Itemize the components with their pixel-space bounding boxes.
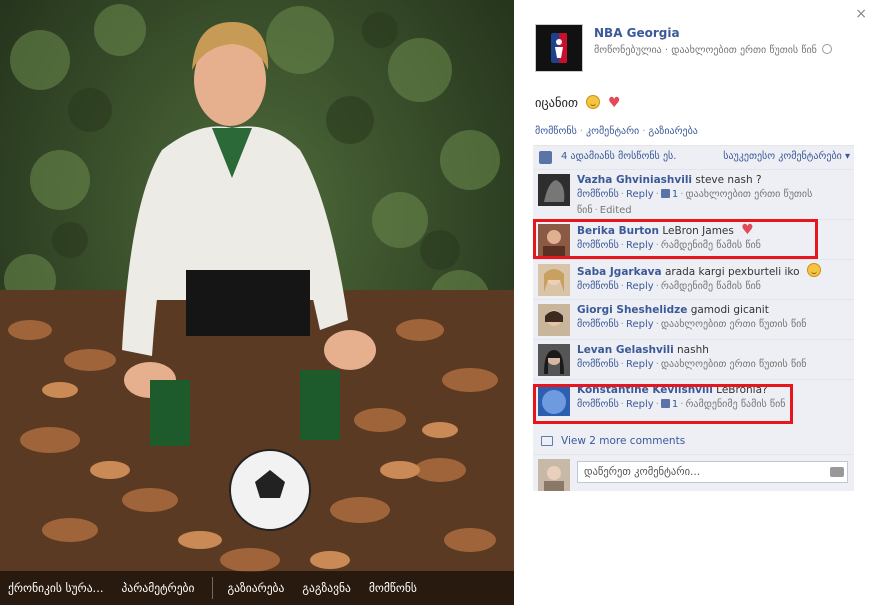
post-actions: მომწონს · კომენტარი · გაზიარება (535, 126, 698, 137)
comment-item: Vazha Ghviniashvili steve nash ? მომწონს… (533, 170, 854, 220)
comment-body: Levan Gelashvili nashh მომწონს · Reply · დაა… (577, 343, 849, 373)
highlight-box (533, 384, 793, 424)
like-button[interactable]: მომწონს (369, 581, 417, 595)
send-button[interactable]: გაგზავნა (302, 581, 351, 595)
comment-item: Levan Gelashvili nashh მომწონს · Reply · დაა… (533, 340, 854, 380)
comment-text: steve nash ? (695, 174, 762, 186)
comment-time[interactable]: რამდენიმე წამის წინ (661, 281, 761, 292)
post-meta: მოწონებულია · დაახლოებით ერთი წუთის წინ (594, 44, 833, 56)
comment-meta: მომწონს · Reply · რამდენიმე წამის წინ (577, 281, 761, 292)
comment-like-link[interactable]: მომწონს (577, 319, 619, 330)
page-name[interactable]: NBA Georgia (594, 26, 680, 40)
options-button[interactable]: პარამეტრები (122, 581, 195, 595)
camera-icon[interactable] (830, 467, 844, 477)
comment-text: gamodi gicanit (690, 304, 769, 316)
comment-author[interactable]: Levan Gelashvili (577, 344, 674, 356)
comment-reply-link[interactable]: Reply (626, 281, 654, 292)
page-avatar[interactable] (535, 24, 583, 72)
comment-meta: მომწონს · Reply · დაახლოებით ერთი წუთის წინ (577, 319, 807, 330)
comment-like-link[interactable]: მომწონს (577, 281, 619, 292)
comment-meta: მომწონს · Reply · დაახლოებით ერთი წუთის წინ (577, 359, 807, 370)
photo-image (0, 0, 514, 605)
comment-author[interactable]: Saba Jgarkava (577, 266, 662, 278)
avatar[interactable] (538, 264, 570, 296)
comment-like-count[interactable]: 1 (672, 189, 678, 200)
photo-viewer[interactable]: ქრონიკის სურა... პარამეტრები გაზიარება გ… (0, 0, 514, 605)
post-header: NBA Georgia მოწონებულია · დაახლოებით ერთ… (535, 24, 855, 74)
post-text-content: იცანით (535, 95, 578, 110)
comment-sort-dropdown[interactable]: საუკეთესო კომენტარები ▾ (723, 151, 850, 162)
comment-input[interactable]: დაწერეთ კომენტარი... (577, 461, 848, 483)
write-comment-row: დაწერეთ კომენტარი... (533, 454, 854, 492)
comment-bubble-icon (541, 436, 553, 446)
comment-item: Saba Jgarkava arada kargi pexburteli iko… (533, 260, 854, 300)
comment-author[interactable]: Giorgi Sheshelidze (577, 304, 687, 316)
comment-time[interactable]: დაახლოებით ერთი წუთის წინ (661, 359, 807, 370)
likes-count-link[interactable]: 4 ადამიანს მოსწონს ეს. (561, 151, 676, 162)
globe-icon (822, 44, 833, 54)
photo-action-bar: ქრონიკის სურა... პარამეტრები გაზიარება გ… (0, 571, 514, 605)
nba-logo-icon (551, 33, 567, 63)
heart-icon: ♥ (607, 95, 621, 111)
comment-reply-link[interactable]: Reply (626, 319, 654, 330)
avatar[interactable] (538, 344, 570, 376)
close-icon[interactable]: × (855, 6, 867, 22)
likes-row: 4 ადამიანს მოსწონს ეს. საუკეთესო კომენტა… (533, 146, 854, 170)
post-text: იცანით ♥ (535, 95, 621, 111)
avatar[interactable] (538, 174, 570, 206)
comment-body: Giorgi Sheshelidze gamodi gicanit მომწონ… (577, 303, 849, 333)
post-share-link[interactable]: გაზიარება (648, 126, 697, 137)
post-meta-text: მოწონებულია · დაახლოებით ერთი წუთის წინ (594, 45, 817, 56)
share-button[interactable]: გაზიარება (227, 581, 284, 595)
comment-reply-link[interactable]: Reply (626, 189, 654, 200)
comment-text: arada kargi pexburteli iko (664, 266, 800, 278)
view-more-comments[interactable]: View 2 more comments (533, 430, 854, 454)
post-like-link[interactable]: მომწონს (535, 126, 577, 137)
comment-body: Saba Jgarkava arada kargi pexburteli iko… (577, 263, 849, 295)
comment-item: Giorgi Sheshelidze gamodi gicanit მომწონ… (533, 300, 854, 340)
comment-text: nashh (677, 344, 709, 356)
comment-author[interactable]: Vazha Ghviniashvili (577, 174, 692, 186)
post-comment-link[interactable]: კომენტარი (586, 126, 639, 137)
comment-time[interactable]: დაახლოებით ერთი წუთის წინ (661, 319, 807, 330)
comment-reply-link[interactable]: Reply (626, 359, 654, 370)
comment-meta: მომწონს · Reply · 1 · დაახლოებით ერთი წუთის წი… (577, 189, 813, 216)
comments-panel: 4 ადამიანს მოსწონს ეს. საუკეთესო კომენტა… (533, 145, 854, 491)
comment-like-link[interactable]: მომწონს (577, 189, 619, 200)
avatar[interactable] (538, 304, 570, 336)
divider (212, 577, 214, 599)
avatar (538, 459, 570, 491)
comment-body: Vazha Ghviniashvili steve nash ? მომწონს… (577, 173, 849, 219)
smiley-icon (806, 263, 821, 277)
comment-like-link[interactable]: მომწონს (577, 359, 619, 370)
thumbs-up-icon (539, 151, 552, 164)
smiley-icon (585, 95, 600, 109)
highlight-box (533, 219, 818, 259)
like-count-icon (660, 189, 670, 198)
comment-edited: Edited (599, 205, 632, 216)
view-more-link[interactable]: View 2 more comments (561, 435, 685, 447)
timeline-photos-link[interactable]: ქრონიკის სურა... (8, 581, 104, 595)
